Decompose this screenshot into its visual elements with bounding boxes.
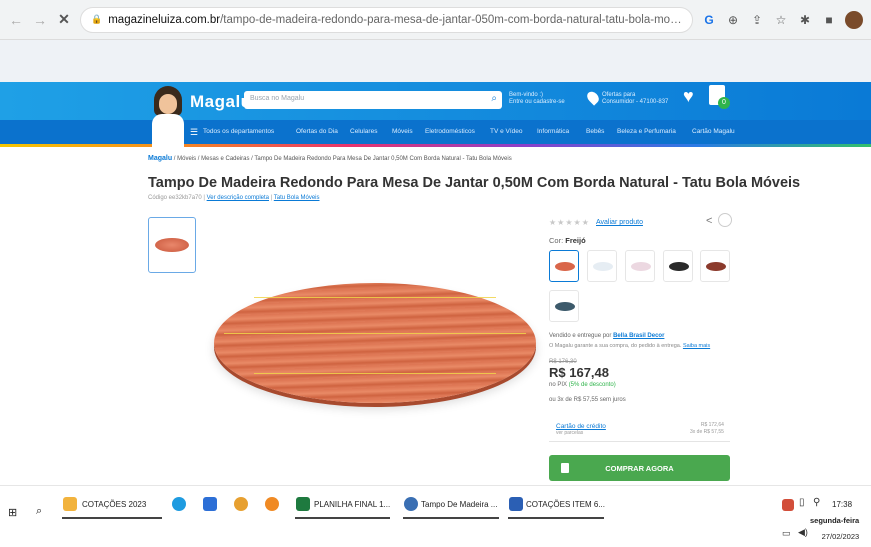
taskbar-active-indicator [295, 517, 390, 519]
tray-app-icon[interactable] [782, 499, 794, 511]
divider [549, 441, 730, 442]
close-icon[interactable]: ✕ [56, 11, 72, 28]
breadcrumb-home[interactable]: Magalu [148, 155, 172, 162]
color-label: Cor: Freijó [549, 236, 586, 245]
windows-start-icon[interactable]: ⊞ [8, 506, 17, 519]
product-title: Tampo De Madeira Redondo Para Mesa De Ja… [148, 175, 801, 191]
network-icon[interactable]: ▭ [782, 528, 791, 539]
profile-avatar[interactable] [845, 10, 863, 29]
browser-toolbar: ← → ✕ 🔒 magazineluiza.com.br /tampo-de-m… [0, 0, 871, 40]
search-placeholder: Busca no Magalu [250, 95, 305, 102]
windows-taskbar [0, 485, 871, 547]
folder-icon [63, 497, 77, 511]
bookmark-star-icon[interactable]: ☆ [773, 13, 789, 27]
brand-stripe [0, 144, 871, 147]
taskbar-item-planilha[interactable]: PLANILHA FINAL 1... [314, 500, 390, 509]
nav-departments[interactable]: Todos os departamentos [203, 128, 274, 135]
color-swatch-brown[interactable] [700, 250, 730, 282]
description-link[interactable]: Ver descrição completa [207, 195, 269, 201]
mascot-lu [148, 86, 188, 148]
wishlist-heart-icon[interactable]: ♥ [683, 86, 694, 107]
nav-phones[interactable]: Celulares [350, 128, 377, 135]
breadcrumb-path[interactable]: / Móveis / Mesas e Cadeiras / Tampo De M… [174, 156, 512, 162]
color-value: Freijó [565, 236, 586, 245]
site-logo[interactable]: Magalu [190, 92, 252, 112]
share-icon[interactable]: < [706, 215, 712, 227]
menu-icon[interactable]: ☰ [190, 127, 198, 138]
clock-time[interactable]: 17:38 [832, 499, 852, 511]
chrome-icon[interactable] [234, 497, 248, 511]
nav-beauty[interactable]: Beleza e Perfumaria [617, 128, 676, 135]
url-host: magazineluiza.com.br [108, 13, 221, 26]
taskbar-item-cotacoes-item[interactable]: COTAÇÕES ITEM 6... [526, 500, 605, 509]
product-code-line: Código ee32kb7a70 | Ver descrição comple… [148, 195, 320, 201]
brand-link[interactable]: Tatu Bola Móveis [274, 195, 320, 201]
extensions-icon[interactable]: ✱ [797, 13, 813, 27]
taskbar-item-cotacoes[interactable]: COTAÇÕES 2023 [82, 500, 146, 509]
search-icon[interactable]: ⌕ [491, 93, 497, 104]
nav-appliances[interactable]: Eletrodomésticos [425, 128, 475, 135]
nav-computing[interactable]: Informática [537, 128, 569, 135]
nav-card[interactable]: Cartão Magalu [692, 128, 735, 135]
chrome-window-icon [404, 497, 418, 511]
forward-icon[interactable]: → [32, 12, 48, 28]
color-swatch-rose[interactable] [625, 250, 655, 282]
favorite-icon[interactable] [718, 213, 732, 227]
rating-stars: ★★★★★ [549, 218, 590, 227]
color-swatch-black[interactable] [663, 250, 693, 282]
cart-count-badge: 0 [718, 97, 730, 109]
taskbar-active-indicator [508, 517, 604, 519]
url-path: /tampo-de-madeira-redondo-para-mesa-de-j… [220, 13, 682, 26]
rate-product-link[interactable]: Avaliar produto [596, 219, 643, 226]
edge-icon[interactable] [172, 497, 186, 511]
seller-line: Vendido e entregue por Bella Brasil Deco… [549, 333, 665, 339]
color-swatch-dark[interactable] [549, 290, 579, 322]
share-icon[interactable]: ⇪ [749, 13, 765, 27]
screen: ← → ✕ 🔒 magazineluiza.com.br /tampo-de-m… [0, 0, 871, 547]
excel-icon [296, 497, 310, 511]
location-link[interactable]: Ofertas para Consumidor - 47100-837 [602, 92, 668, 106]
login-link[interactable]: Bem-vindo :) Entre ou cadastre-se [509, 92, 565, 106]
taskbar-item-tampo[interactable]: Tampo De Madeira ... [421, 500, 497, 509]
search-input[interactable]: Busca no Magalu ⌕ [244, 91, 502, 109]
seller-link[interactable]: Bella Brasil Decor [613, 333, 664, 339]
promo-strip [0, 40, 871, 82]
lock-icon: 🔒 [91, 14, 103, 24]
battery-icon[interactable]: ▯ [799, 497, 805, 508]
nav-furniture[interactable]: Móveis [392, 128, 413, 135]
color-swatch-freijo[interactable] [549, 250, 579, 282]
firefox-icon[interactable] [265, 497, 279, 511]
taskbar-active-indicator [62, 517, 162, 519]
volume-icon[interactable]: ◀) [798, 527, 808, 538]
nav-tv[interactable]: TV e Vídeo [490, 128, 523, 135]
installments-line: ou 3x de R$ 57,55 sem juros [549, 397, 626, 403]
pix-line: no PIX (5% de desconto) [549, 382, 616, 388]
nav-offers[interactable]: Ofertas do Dia [296, 128, 338, 135]
breadcrumb: Magalu / Móveis / Mesas e Cadeiras / Tam… [148, 155, 512, 162]
credit-card-sub: ver parcelas [556, 430, 584, 436]
color-swatch-white[interactable] [587, 250, 617, 282]
sidepanel-icon[interactable]: ■ [821, 13, 837, 27]
product-thumbnail[interactable] [148, 217, 196, 273]
tray-icon[interactable]: ⚲ [813, 497, 820, 508]
guarantee-link[interactable]: Saiba mais [683, 343, 710, 349]
address-bar[interactable]: 🔒 magazineluiza.com.br /tampo-de-madeira… [80, 6, 693, 33]
nav-babies[interactable]: Bebês [586, 128, 604, 135]
buy-now-button[interactable]: COMPRAR AGORA [549, 455, 730, 481]
product-image [214, 283, 536, 403]
guarantee-line: O Magalu garante a sua compra, do pedido… [549, 343, 711, 349]
current-price: R$ 167,48 [549, 365, 609, 380]
back-icon[interactable]: ← [8, 12, 24, 28]
zoom-icon[interactable]: ⊕ [725, 13, 741, 27]
clock-date[interactable]: segunda-feira 27/02/2023 [810, 516, 859, 542]
taskbar-active-indicator [403, 517, 499, 519]
credit-card-link[interactable]: Cartão de crédito [556, 423, 606, 430]
taskbar-search-icon[interactable]: ⌕ [36, 505, 42, 518]
credit-card-values: R$ 172,64 3x de R$ 57,55 [690, 422, 724, 435]
google-icon[interactable]: G [701, 13, 717, 27]
word-icon [509, 497, 523, 511]
store-icon[interactable] [203, 497, 217, 511]
